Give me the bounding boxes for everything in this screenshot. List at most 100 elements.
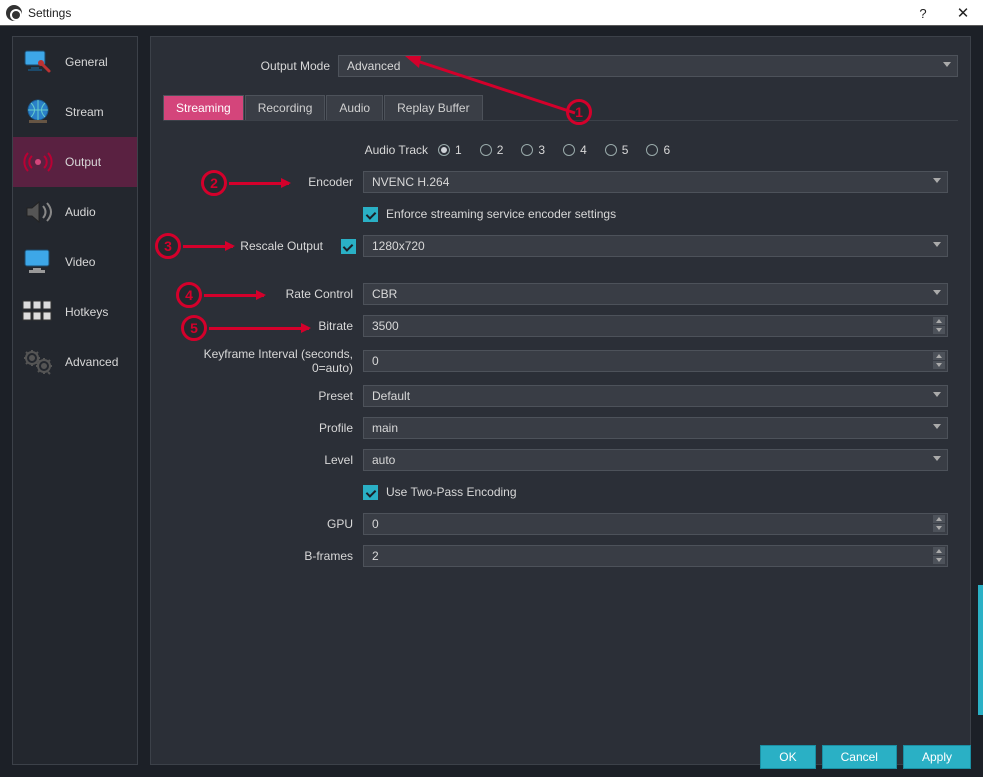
sidebar-item-label: Video bbox=[65, 255, 95, 269]
window-title: Settings bbox=[28, 6, 71, 20]
sidebar-item-label: Advanced bbox=[65, 355, 118, 369]
app-icon bbox=[6, 5, 22, 21]
tab-recording[interactable]: Recording bbox=[245, 95, 326, 120]
output-tabs: Streaming Recording Audio Replay Buffer bbox=[163, 95, 958, 121]
keyframe-label: Keyframe Interval (seconds, 0=auto) bbox=[163, 347, 363, 375]
sidebar-item-video[interactable]: Video bbox=[13, 237, 137, 287]
twopass-checkbox[interactable] bbox=[363, 485, 378, 500]
tab-replay-buffer[interactable]: Replay Buffer bbox=[384, 95, 483, 120]
audio-track-3[interactable]: 3 bbox=[521, 143, 545, 157]
gpu-input[interactable]: 0 bbox=[363, 513, 948, 535]
cancel-button[interactable]: Cancel bbox=[822, 745, 897, 769]
twopass-row: Use Two-Pass Encoding bbox=[163, 481, 948, 503]
keyframe-input[interactable]: 0 bbox=[363, 350, 948, 372]
profile-row: Profile main bbox=[163, 417, 948, 439]
audio-track-4[interactable]: 4 bbox=[563, 143, 587, 157]
rate-control-select[interactable]: CBR bbox=[363, 283, 948, 305]
sidebar-item-output[interactable]: Output bbox=[13, 137, 137, 187]
profile-label: Profile bbox=[163, 421, 363, 435]
gears-icon bbox=[21, 346, 55, 378]
broadcast-icon bbox=[21, 146, 55, 178]
speaker-icon bbox=[21, 196, 55, 228]
encoder-select[interactable]: NVENC H.264 bbox=[363, 171, 948, 193]
spin-down[interactable] bbox=[933, 556, 945, 564]
level-value: auto bbox=[372, 453, 395, 467]
gpu-value: 0 bbox=[372, 517, 379, 531]
rate-control-value: CBR bbox=[372, 287, 397, 301]
level-label: Level bbox=[163, 453, 363, 467]
audio-track-1[interactable]: 1 bbox=[438, 143, 462, 157]
chevron-down-icon bbox=[933, 392, 941, 397]
audio-track-radios: 1 2 3 4 5 6 bbox=[438, 143, 670, 157]
apply-button[interactable]: Apply bbox=[903, 745, 971, 769]
spin-down[interactable] bbox=[933, 326, 945, 334]
rescale-label: Rescale Output bbox=[163, 239, 333, 253]
chevron-down-icon bbox=[933, 242, 941, 247]
bframes-input[interactable]: 2 bbox=[363, 545, 948, 567]
bitrate-label: Bitrate bbox=[163, 319, 363, 333]
audio-track-5[interactable]: 5 bbox=[605, 143, 629, 157]
bitrate-input[interactable]: 3500 bbox=[363, 315, 948, 337]
profile-value: main bbox=[372, 421, 398, 435]
edge-artifact bbox=[978, 585, 983, 715]
spin-up[interactable] bbox=[933, 547, 945, 555]
profile-select[interactable]: main bbox=[363, 417, 948, 439]
output-mode-row: Output Mode Advanced bbox=[163, 55, 958, 77]
level-row: Level auto bbox=[163, 449, 948, 471]
sidebar-item-stream[interactable]: Stream bbox=[13, 87, 137, 137]
streaming-form: Audio Track 1 2 3 4 5 6 Encode bbox=[163, 121, 958, 577]
preset-label: Preset bbox=[163, 389, 363, 403]
twopass-label: Use Two-Pass Encoding bbox=[386, 485, 517, 499]
rescale-value: 1280x720 bbox=[372, 239, 425, 253]
audio-track-row: Audio Track 1 2 3 4 5 6 bbox=[163, 139, 948, 161]
titlebar: Settings ? ✕ bbox=[0, 0, 983, 26]
close-button[interactable]: ✕ bbox=[943, 4, 983, 22]
preset-value: Default bbox=[372, 389, 410, 403]
output-mode-label: Output Mode bbox=[163, 59, 338, 73]
rate-control-label: Rate Control bbox=[163, 287, 363, 301]
audio-track-6[interactable]: 6 bbox=[646, 143, 670, 157]
help-button[interactable]: ? bbox=[903, 6, 943, 21]
ok-button[interactable]: OK bbox=[760, 745, 815, 769]
gpu-label: GPU bbox=[163, 517, 363, 531]
bitrate-value: 3500 bbox=[372, 319, 399, 333]
bitrate-row: Bitrate 3500 bbox=[163, 315, 948, 337]
tab-audio[interactable]: Audio bbox=[326, 95, 383, 120]
audio-track-label: Audio Track bbox=[163, 143, 438, 157]
enforce-label: Enforce streaming service encoder settin… bbox=[386, 207, 616, 221]
spin-up[interactable] bbox=[933, 515, 945, 523]
output-mode-select[interactable]: Advanced bbox=[338, 55, 958, 77]
spin-up[interactable] bbox=[933, 352, 945, 360]
keyframe-row: Keyframe Interval (seconds, 0=auto) 0 bbox=[163, 347, 948, 375]
chevron-down-icon bbox=[933, 424, 941, 429]
sidebar-item-audio[interactable]: Audio bbox=[13, 187, 137, 237]
chevron-down-icon bbox=[933, 178, 941, 183]
output-mode-value: Advanced bbox=[347, 59, 400, 73]
enforce-checkbox[interactable] bbox=[363, 207, 378, 222]
level-select[interactable]: auto bbox=[363, 449, 948, 471]
sidebar-item-general[interactable]: General bbox=[13, 37, 137, 87]
dialog-footer: OK Cancel Apply bbox=[760, 745, 971, 769]
spin-down[interactable] bbox=[933, 361, 945, 369]
settings-sidebar: General Stream Output Audio bbox=[12, 36, 138, 765]
preset-select[interactable]: Default bbox=[363, 385, 948, 407]
chevron-down-icon bbox=[943, 62, 951, 67]
rescale-select[interactable]: 1280x720 bbox=[363, 235, 948, 257]
spin-down[interactable] bbox=[933, 524, 945, 532]
sidebar-item-label: General bbox=[65, 55, 108, 69]
rescale-checkbox[interactable] bbox=[341, 239, 356, 254]
enforce-row: Enforce streaming service encoder settin… bbox=[163, 203, 948, 225]
main-panel: Output Mode Advanced Streaming Recording… bbox=[150, 36, 971, 765]
audio-track-2[interactable]: 2 bbox=[480, 143, 504, 157]
gpu-row: GPU 0 bbox=[163, 513, 948, 535]
encoder-value: NVENC H.264 bbox=[372, 175, 449, 189]
sidebar-item-advanced[interactable]: Advanced bbox=[13, 337, 137, 387]
encoder-label: Encoder bbox=[163, 175, 363, 189]
sidebar-item-label: Hotkeys bbox=[65, 305, 108, 319]
tab-streaming[interactable]: Streaming bbox=[163, 95, 244, 120]
sidebar-item-hotkeys[interactable]: Hotkeys bbox=[13, 287, 137, 337]
monitor-icon bbox=[21, 246, 55, 278]
bframes-label: B-frames bbox=[163, 549, 363, 563]
rescale-row: Rescale Output 1280x720 bbox=[163, 235, 948, 257]
spin-up[interactable] bbox=[933, 317, 945, 325]
